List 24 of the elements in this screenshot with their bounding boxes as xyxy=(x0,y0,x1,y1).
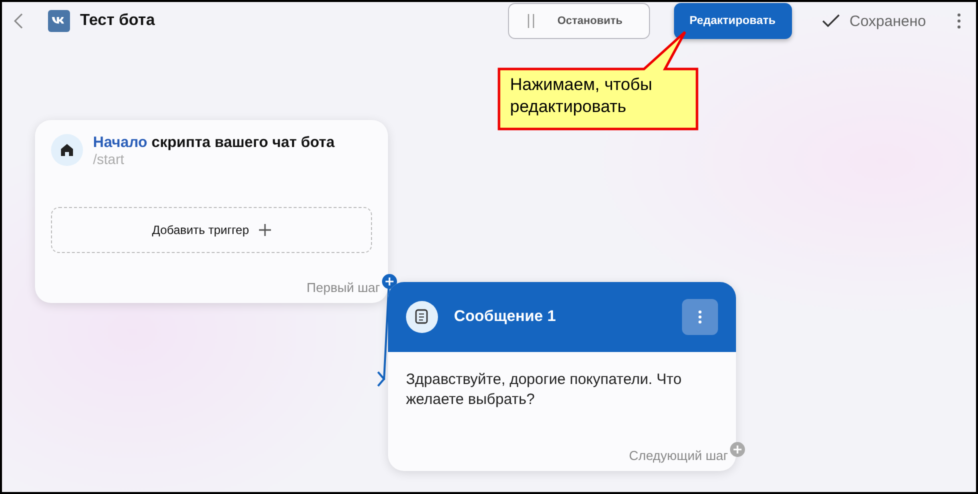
start-node-title: Начало скрипта вашего чат бота xyxy=(93,134,335,151)
home-icon xyxy=(51,134,83,166)
start-command: /start xyxy=(93,151,126,167)
more-icon xyxy=(698,310,702,324)
stop-button[interactable]: Остановить xyxy=(508,3,650,39)
message-node-title: Сообщение 1 xyxy=(454,308,557,326)
add-step-icon[interactable] xyxy=(382,274,397,289)
edit-button[interactable]: Редактировать xyxy=(674,3,792,39)
add-trigger-button[interactable]: Добавить триггер xyxy=(51,207,372,253)
saved-status: Сохранено xyxy=(850,12,926,30)
node-menu-button[interactable] xyxy=(682,299,718,335)
plus-icon xyxy=(259,224,272,236)
next-step-label: Следующий шаг xyxy=(629,448,728,463)
start-node-card[interactable]: Начало скрипта вашего чат бота /start Добавить триггер Первый шаг xyxy=(35,120,388,303)
bot-title: Тест бота xyxy=(80,12,155,30)
message-text: Здравствуйте, дорогие покупатели. Что желаете выбрать? xyxy=(405,370,683,410)
more-icon[interactable] xyxy=(956,13,962,29)
pause-icon xyxy=(527,14,536,28)
message-icon xyxy=(406,301,438,333)
callout-text: Нажимаем, чтобы редактировать xyxy=(509,74,654,118)
vk-logo-icon xyxy=(48,10,70,32)
message-node-card[interactable]: Сообщение 1 Здравствуйте, дорогие покупатели. Что желаете выбрать? Следующий шаг xyxy=(388,282,736,471)
first-step-label: Первый шаг xyxy=(306,280,380,295)
check-icon xyxy=(822,14,840,28)
